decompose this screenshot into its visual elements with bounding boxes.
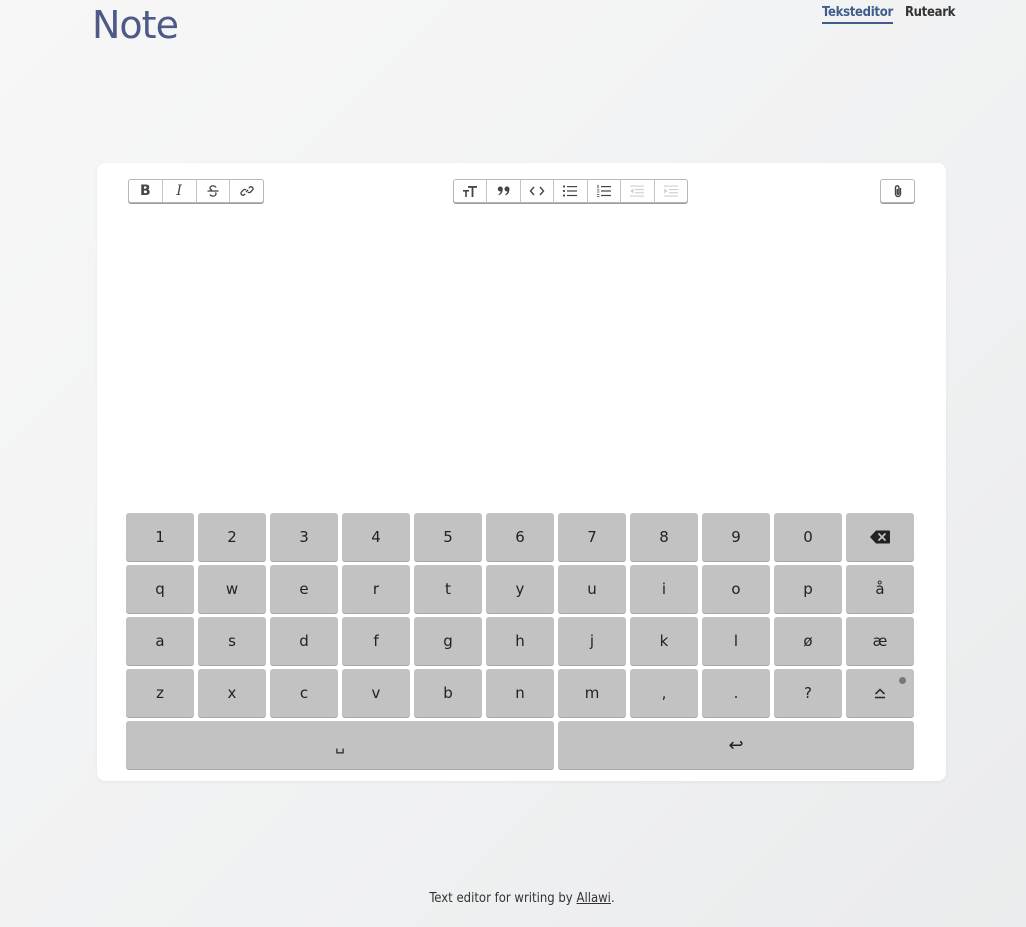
- key-c[interactable]: c: [270, 669, 338, 717]
- key-aa[interactable]: å: [846, 565, 914, 613]
- format-toolbar: B I: [128, 179, 264, 203]
- nav-texteditor-link[interactable]: Teksteditor: [822, 5, 893, 24]
- key-a[interactable]: a: [126, 617, 194, 665]
- paperclip-icon: [894, 185, 901, 198]
- footer: Text editor for writing by Allawi.: [0, 891, 1026, 906]
- text-size-button[interactable]: [454, 180, 488, 202]
- key-x[interactable]: x: [198, 669, 266, 717]
- key-ae[interactable]: æ: [846, 617, 914, 665]
- key-u[interactable]: u: [558, 565, 626, 613]
- italic-button[interactable]: I: [163, 180, 197, 202]
- code-icon: [529, 186, 545, 196]
- top-nav: Teksteditor Ruteark: [822, 5, 955, 24]
- key-s[interactable]: s: [198, 617, 266, 665]
- numbered-list-icon: [596, 184, 611, 197]
- shift-indicator-dot: [899, 677, 906, 684]
- key-7[interactable]: 7: [558, 513, 626, 561]
- footer-text: Text editor for writing by: [429, 891, 577, 906]
- key-b[interactable]: b: [414, 669, 482, 717]
- enter-icon: ↩: [728, 734, 744, 756]
- key-e[interactable]: e: [270, 565, 338, 613]
- key-oe[interactable]: ø: [774, 617, 842, 665]
- nav-spreadsheet-link[interactable]: Ruteark: [905, 5, 956, 24]
- key-o[interactable]: o: [702, 565, 770, 613]
- attach-file-button[interactable]: [881, 180, 914, 202]
- link-button[interactable]: [230, 180, 263, 202]
- bullet-list-button[interactable]: [554, 180, 588, 202]
- editor-card: B I 1 2 3 4 5 6 7 8 9 0 q w e r t y u i …: [97, 163, 946, 781]
- outdent-icon: [630, 185, 645, 197]
- strikethrough-icon: [207, 185, 219, 197]
- backspace-key[interactable]: [846, 513, 914, 561]
- link-icon: [239, 186, 254, 196]
- key-f[interactable]: f: [342, 617, 410, 665]
- key-r[interactable]: r: [342, 565, 410, 613]
- key-j[interactable]: j: [558, 617, 626, 665]
- key-8[interactable]: 8: [630, 513, 698, 561]
- key-9[interactable]: 9: [702, 513, 770, 561]
- key-0[interactable]: 0: [774, 513, 842, 561]
- enter-key[interactable]: ↩: [558, 721, 914, 769]
- indent-icon: [663, 185, 678, 197]
- numbered-list-button[interactable]: [588, 180, 622, 202]
- key-g[interactable]: g: [414, 617, 482, 665]
- key-6[interactable]: 6: [486, 513, 554, 561]
- block-toolbar: [453, 179, 688, 203]
- quote-icon: [497, 186, 510, 196]
- key-d[interactable]: d: [270, 617, 338, 665]
- backspace-icon: [870, 530, 890, 544]
- key-w[interactable]: w: [198, 565, 266, 613]
- key-question[interactable]: ?: [774, 669, 842, 717]
- space-key[interactable]: ␣: [126, 721, 554, 769]
- author-link[interactable]: Allawi: [576, 891, 610, 906]
- key-2[interactable]: 2: [198, 513, 266, 561]
- key-v[interactable]: v: [342, 669, 410, 717]
- key-4[interactable]: 4: [342, 513, 410, 561]
- key-n[interactable]: n: [486, 669, 554, 717]
- key-3[interactable]: 3: [270, 513, 338, 561]
- key-z[interactable]: z: [126, 669, 194, 717]
- key-y[interactable]: y: [486, 565, 554, 613]
- key-p[interactable]: p: [774, 565, 842, 613]
- key-period[interactable]: .: [702, 669, 770, 717]
- shift-key[interactable]: [846, 669, 914, 717]
- bullet-list-icon: [563, 185, 578, 197]
- shift-icon: [874, 688, 886, 699]
- key-m[interactable]: m: [558, 669, 626, 717]
- key-q[interactable]: q: [126, 565, 194, 613]
- key-comma[interactable]: ,: [630, 669, 698, 717]
- key-h[interactable]: h: [486, 617, 554, 665]
- app-logo: Note: [92, 3, 179, 47]
- text-size-icon: [463, 186, 478, 197]
- key-1[interactable]: 1: [126, 513, 194, 561]
- bold-button[interactable]: B: [129, 180, 163, 202]
- quote-button[interactable]: [487, 180, 521, 202]
- key-k[interactable]: k: [630, 617, 698, 665]
- strikethrough-button[interactable]: [197, 180, 231, 202]
- italic-icon: I: [176, 183, 182, 199]
- outdent-button[interactable]: [621, 180, 655, 202]
- key-l[interactable]: l: [702, 617, 770, 665]
- space-symbol: ␣: [335, 736, 345, 754]
- bold-icon: B: [140, 183, 151, 199]
- key-t[interactable]: t: [414, 565, 482, 613]
- footer-suffix: .: [610, 891, 615, 906]
- code-button[interactable]: [521, 180, 555, 202]
- key-5[interactable]: 5: [414, 513, 482, 561]
- key-i[interactable]: i: [630, 565, 698, 613]
- indent-button[interactable]: [655, 180, 687, 202]
- attachment-toolbar: [880, 179, 915, 203]
- editor-textarea[interactable]: [127, 213, 917, 503]
